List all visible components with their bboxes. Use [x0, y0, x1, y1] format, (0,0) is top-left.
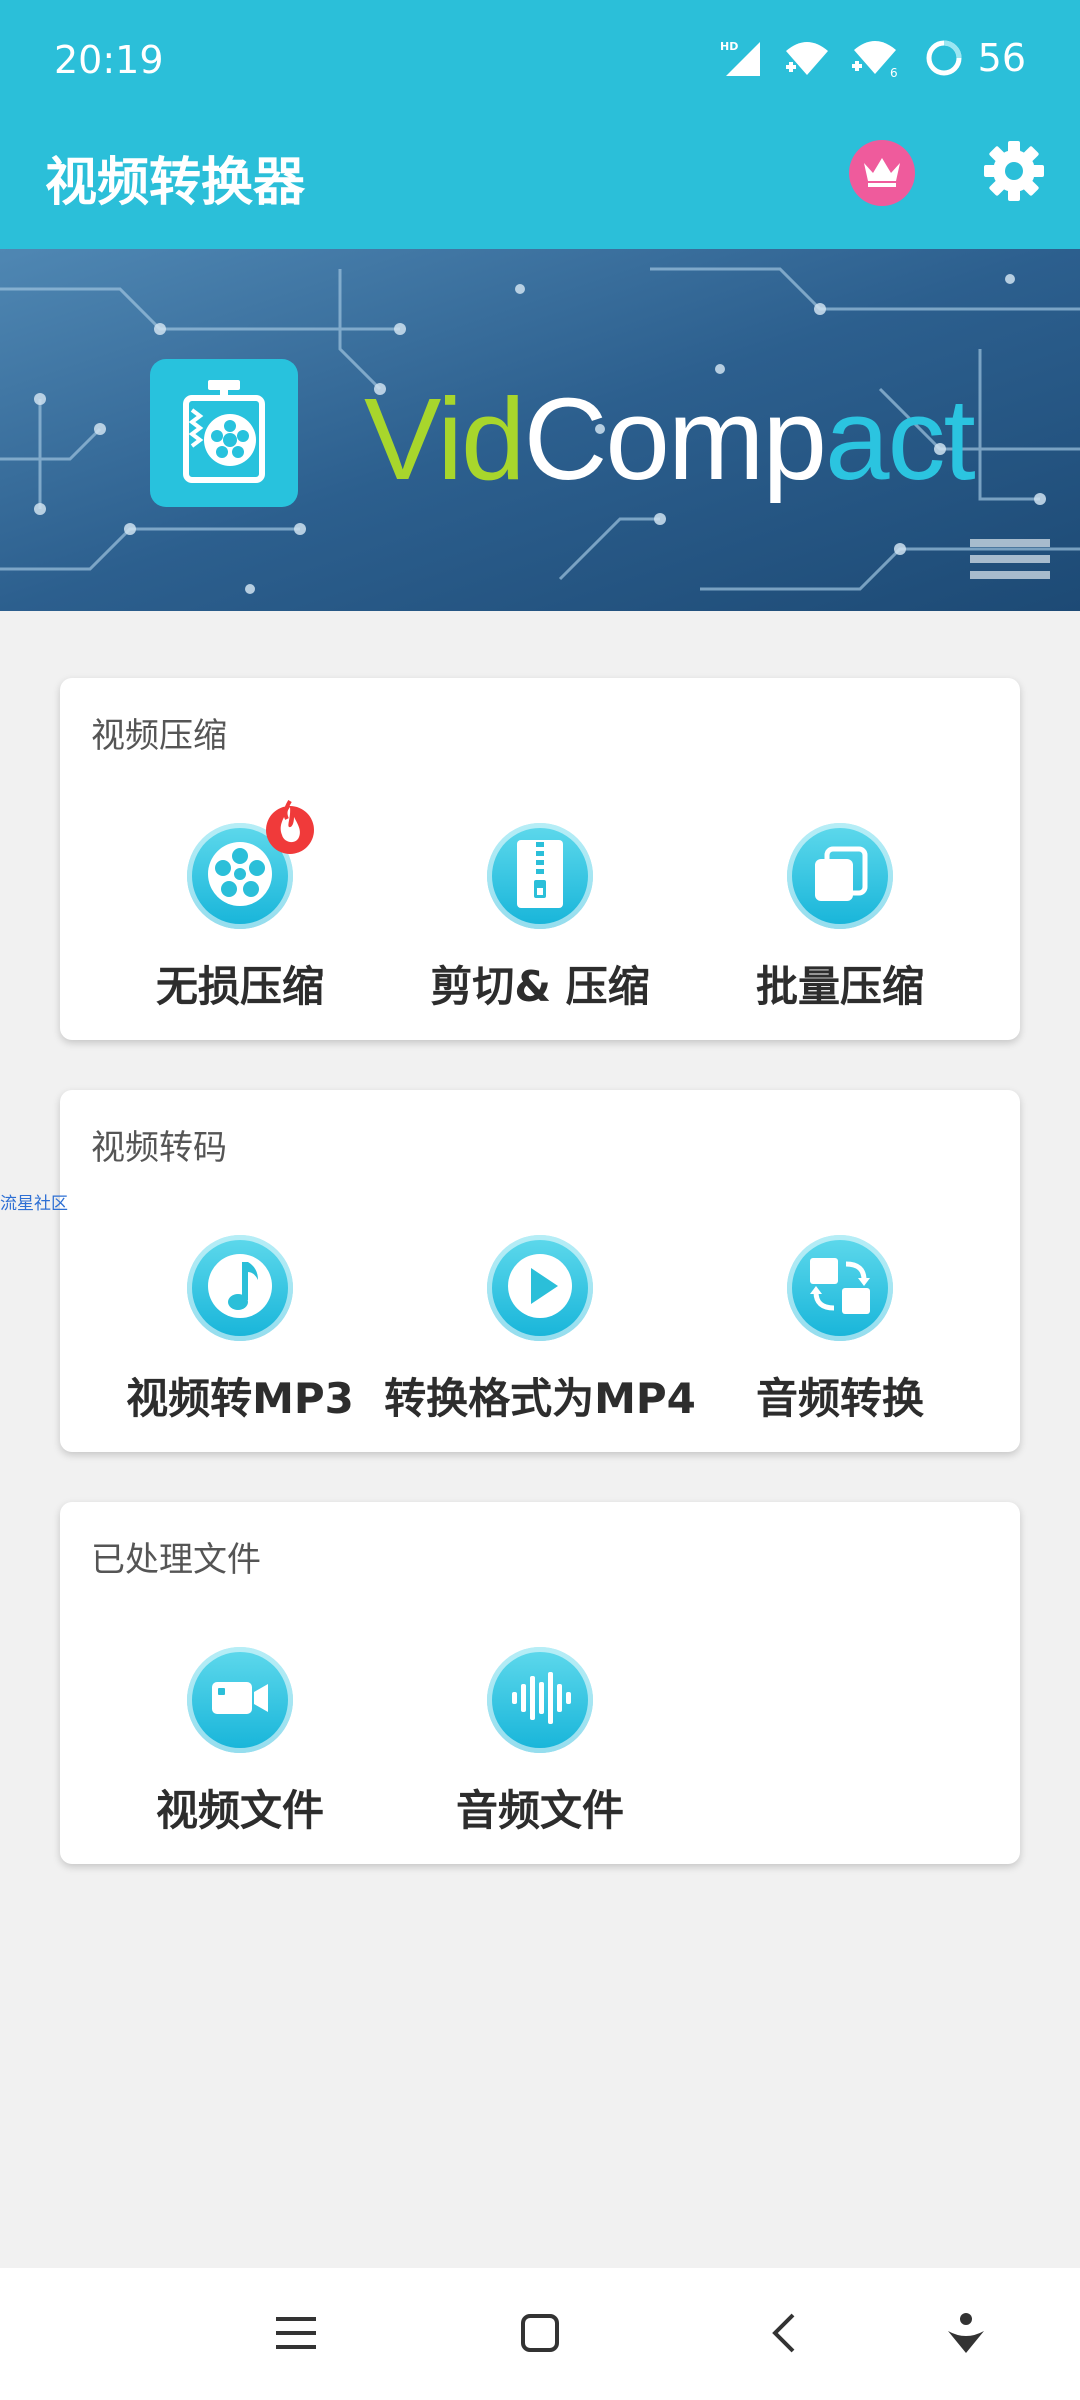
fire-icon: [263, 797, 317, 859]
batch-compress-button[interactable]: 批量压缩: [690, 823, 990, 1014]
convert-card: 视频转码 视频转MP3 转换格式为MP4 音频转换: [60, 1090, 1020, 1452]
audio-convert-label: 音频转换: [755, 1374, 924, 1423]
battery-ring-icon: [924, 38, 964, 78]
battery-level: 56: [977, 36, 1026, 80]
cut-compress-label: 剪切& 压缩: [430, 962, 650, 1011]
crown-icon: [862, 155, 902, 191]
app-bar: 20:19 HD 6 56 视频转换器: [0, 0, 1080, 249]
compress-card: 视频压缩 无损压缩 剪切& 压缩 批量压缩: [60, 678, 1020, 1040]
video-to-mp3-label: 视频转MP3: [126, 1374, 354, 1423]
settings-button[interactable]: [981, 140, 1047, 206]
processed-files-card: 已处理文件 视频文件 音频文件: [60, 1502, 1020, 1864]
batch-compress-label: 批量压缩: [755, 962, 924, 1011]
app-logo: [150, 359, 298, 507]
recent-apps-button[interactable]: [261, 2300, 331, 2370]
music-note-icon: [200, 1246, 280, 1330]
audio-files-button[interactable]: 音频文件: [390, 1647, 690, 1838]
video-files-label: 视频文件: [155, 1786, 324, 1835]
lossless-compress-label: 无损压缩: [155, 962, 324, 1011]
zip-icon: [505, 834, 575, 918]
assistant-icon: [946, 2311, 986, 2359]
cut-compress-button[interactable]: 剪切& 压缩: [390, 823, 690, 1014]
convert-to-mp4-button[interactable]: 转换格式为MP4: [384, 1235, 696, 1426]
film-reel-icon: [174, 376, 274, 490]
video-to-mp3-button[interactable]: 视频转MP3: [90, 1235, 390, 1426]
brand-part-act: act: [825, 374, 976, 504]
assistant-button[interactable]: [931, 2300, 1001, 2370]
vip-button[interactable]: [849, 140, 915, 206]
stacked-pages-icon: [805, 839, 875, 913]
wifi-6-icon: 6: [851, 38, 902, 78]
back-icon: [769, 2311, 799, 2359]
gear-icon: [983, 140, 1045, 206]
swap-icon: [800, 1246, 880, 1330]
audio-files-label: 音频文件: [455, 1786, 624, 1835]
status-icons: HD 6 56: [718, 36, 1026, 80]
brand-part-vid: Vid: [364, 374, 526, 504]
audio-convert-button[interactable]: 音频转换: [690, 1235, 990, 1426]
home-button[interactable]: [505, 2300, 575, 2370]
compress-card-title: 视频压缩: [91, 716, 227, 756]
page-title: 视频转换器: [45, 153, 306, 213]
play-icon: [500, 1246, 580, 1330]
wifi-icon: [784, 39, 830, 77]
video-files-button[interactable]: 视频文件: [90, 1647, 390, 1838]
waveform-icon: [500, 1658, 580, 1742]
status-time: 20:19: [54, 38, 164, 82]
promo-banner[interactable]: VidCompact: [0, 249, 1080, 611]
video-camera-icon: [200, 1658, 280, 1742]
system-nav-bar: [0, 2268, 1080, 2400]
brand-part-comp: Comp: [523, 374, 827, 504]
convert-card-title: 视频转码: [91, 1128, 227, 1168]
lossless-compress-button[interactable]: 无损压缩: [90, 799, 390, 1014]
svg-text:HD: HD: [720, 40, 738, 53]
watermark-text: 流星社区: [0, 1194, 68, 1214]
menu-icon: [276, 2315, 316, 2355]
convert-to-mp4-label: 转换格式为MP4: [384, 1374, 696, 1423]
processed-files-card-title: 已处理文件: [91, 1540, 261, 1580]
home-icon: [520, 2313, 560, 2357]
svg-text:6: 6: [890, 66, 898, 78]
back-button[interactable]: [749, 2300, 819, 2370]
hd-signal-icon: HD: [718, 38, 762, 78]
brand-wordmark: VidCompact: [364, 381, 976, 497]
